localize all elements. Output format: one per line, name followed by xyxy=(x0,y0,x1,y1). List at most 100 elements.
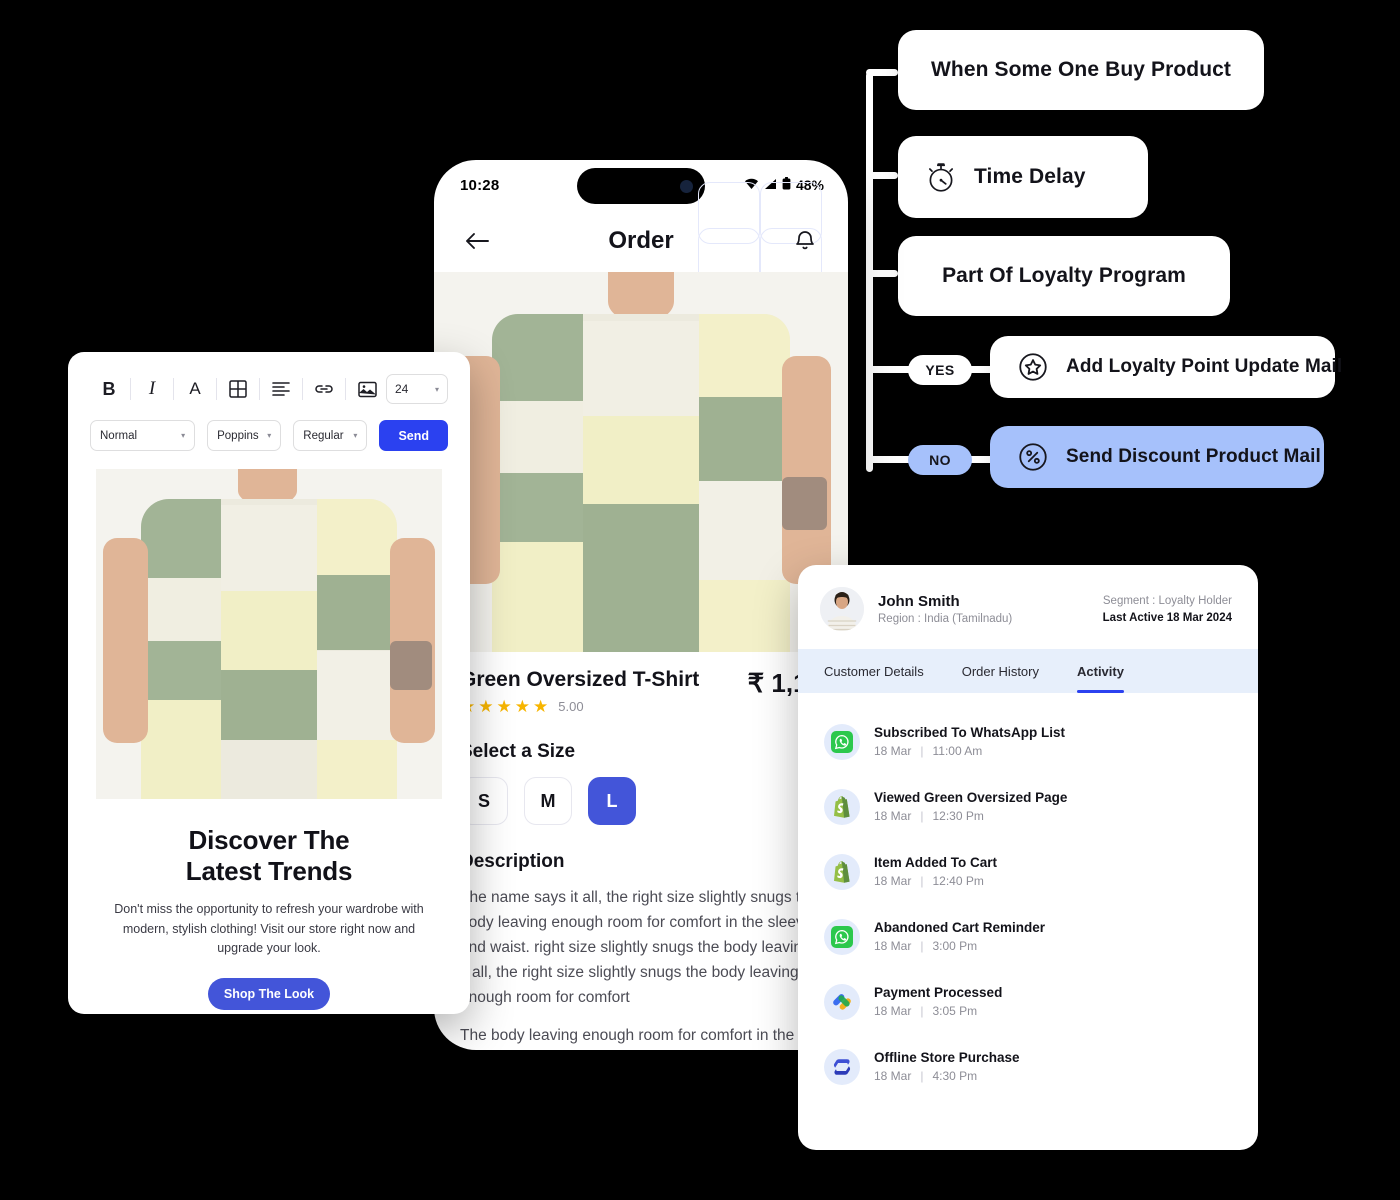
tshirt-artwork xyxy=(96,469,442,799)
size-option-l[interactable]: L xyxy=(588,777,636,825)
avatar xyxy=(820,587,864,631)
customer-meta: Segment : Loyalty Holder Last Active 18 … xyxy=(1103,595,1232,624)
dynamic-island xyxy=(577,168,705,204)
store-icon xyxy=(824,1048,860,1085)
activity-date: 18 Mar xyxy=(874,939,912,953)
star-icon: ★ xyxy=(533,697,549,716)
size-selector: S M L xyxy=(460,777,822,825)
font-weight-select[interactable]: Regular ▾ xyxy=(293,420,368,451)
customer-segment: Segment : Loyalty Holder xyxy=(1102,594,1232,607)
list-item[interactable]: Abandoned Cart Reminder 18 Mar | 3:00 Pm xyxy=(824,904,1232,969)
description-paragraph-1: The name says it all, the right size sli… xyxy=(460,889,821,1007)
status-indicators: 48% xyxy=(744,177,824,193)
activity-time: 3:05 Pm xyxy=(932,1004,978,1018)
activity-date: 18 Mar xyxy=(874,874,912,888)
phone-status-bar: 10:28 48% xyxy=(434,160,848,210)
flow-node-label: Part Of Loyalty Program xyxy=(942,264,1186,287)
list-item[interactable]: Viewed Green Oversized Page 18 Mar | 12:… xyxy=(824,774,1232,839)
editor-toolbar-row-2: Normal ▾ Poppins ▾ Regular ▾ Send xyxy=(68,406,470,469)
link-icon[interactable] xyxy=(305,372,343,406)
activity-meta: 18 Mar | 4:30 Pm xyxy=(874,1069,978,1083)
bell-icon[interactable] xyxy=(788,224,822,258)
shopify-icon xyxy=(824,788,860,825)
toolbar-divider xyxy=(345,378,346,400)
text-style-select[interactable]: Normal ▾ xyxy=(90,420,196,451)
tab-activity[interactable]: Activity xyxy=(1077,664,1124,693)
front-camera-icon xyxy=(680,179,693,193)
send-button[interactable]: Send xyxy=(379,420,448,451)
customer-panel: John Smith Region : India (Tamilnadu) Se… xyxy=(798,565,1258,1150)
flow-node-label: Time Delay xyxy=(974,165,1086,188)
editor-toolbar-row-1: B I A 24 ▾ xyxy=(68,352,470,406)
email-heading-line-1: Discover The xyxy=(188,825,350,855)
list-item[interactable]: Subscribed To WhatsApp List 18 Mar | 11:… xyxy=(824,709,1232,774)
flow-node-add-loyalty-point-mail[interactable]: Add Loyalty Point Update Mail xyxy=(990,336,1342,398)
product-details: Green Oversized T-Shirt ★ ★ ★ ★ ★ 5.00 ₹… xyxy=(434,652,848,1050)
chevron-down-icon: ▾ xyxy=(267,431,272,440)
activity-time: 12:30 Pm xyxy=(932,809,984,823)
activity-title: Abandoned Cart Reminder xyxy=(874,920,1046,935)
size-option-m[interactable]: M xyxy=(524,777,572,825)
rating-value: 5.00 xyxy=(558,699,584,714)
flow-node-condition[interactable]: Part Of Loyalty Program xyxy=(898,236,1230,316)
cellular-icon xyxy=(764,177,777,193)
list-item[interactable]: Payment Processed 18 Mar | 3:05 Pm xyxy=(824,969,1232,1034)
shop-the-look-button[interactable]: Shop The Look xyxy=(208,978,330,1011)
bold-button[interactable]: B xyxy=(90,372,128,406)
branch-pill-no: NO xyxy=(908,445,972,475)
star-icon: ★ xyxy=(478,697,494,716)
arrow-left-icon[interactable] xyxy=(460,224,494,258)
email-content: Discover The Latest Trends Don't miss th… xyxy=(68,799,470,1011)
tshirt-artwork xyxy=(434,272,848,652)
activity-title: Offline Store Purchase xyxy=(874,1050,1020,1065)
italic-button[interactable]: I xyxy=(133,372,171,406)
email-heading-line-2: Latest Trends xyxy=(185,855,353,886)
flow-node-send-discount-mail[interactable]: Send Discount Product Mail xyxy=(990,426,1324,488)
flow-node-label: Add Loyalty Point Update Mail xyxy=(1066,356,1343,377)
font-size-select[interactable]: 24 ▾ xyxy=(386,374,448,404)
activity-list: Subscribed To WhatsApp List 18 Mar | 11:… xyxy=(798,693,1258,1099)
font-color-button[interactable]: A xyxy=(176,372,214,406)
table-icon[interactable] xyxy=(219,372,257,406)
font-family-value: Poppins xyxy=(217,429,259,442)
star-icon: ★ xyxy=(514,697,530,716)
flow-branch-trigger xyxy=(866,69,898,76)
list-item[interactable]: Item Added To Cart 18 Mar | 12:40 Pm xyxy=(824,839,1232,904)
activity-title: Subscribed To WhatsApp List xyxy=(874,725,1066,740)
battery-icon xyxy=(782,177,791,193)
phone-app-header: Order xyxy=(434,182,848,290)
branch-pill-label: YES xyxy=(925,362,955,378)
branch-pill-label: NO xyxy=(929,452,951,468)
activity-time: 3:00 Pm xyxy=(932,939,978,953)
tab-customer-details[interactable]: Customer Details xyxy=(824,664,924,693)
flow-node-time-delay[interactable]: Time Delay xyxy=(898,136,1148,218)
toolbar-divider xyxy=(173,378,174,400)
activity-date: 18 Mar xyxy=(874,1004,912,1018)
customer-region: Region : India (Tamilnadu) xyxy=(878,613,1013,625)
product-photo xyxy=(434,272,848,652)
activity-date: 18 Mar xyxy=(874,1069,912,1083)
font-family-select[interactable]: Poppins ▾ xyxy=(207,420,282,451)
flow-branch-condition xyxy=(866,270,898,277)
customer-header: John Smith Region : India (Tamilnadu) Se… xyxy=(798,565,1258,649)
email-hero-image xyxy=(96,469,442,799)
chevron-down-icon: ▾ xyxy=(434,384,439,394)
image-icon[interactable] xyxy=(348,372,386,406)
list-item[interactable]: Offline Store Purchase 18 Mar | 4:30 Pm xyxy=(824,1034,1232,1099)
automation-flowchart: When Some One Buy Product Time Delay Par… xyxy=(866,12,1342,512)
tab-order-history[interactable]: Order History xyxy=(962,664,1039,693)
screenshot-stage: When Some One Buy Product Time Delay Par… xyxy=(0,0,1400,1200)
rating: ★ ★ ★ ★ ★ 5.00 xyxy=(460,698,699,715)
whatsapp-icon xyxy=(824,723,860,760)
whatsapp-icon xyxy=(824,918,860,955)
activity-date: 18 Mar xyxy=(874,744,912,758)
customer-last-active: Last Active 18 Mar 2024 xyxy=(1102,611,1232,624)
customer-tabs: Customer Details Order History Activity xyxy=(798,649,1258,693)
activity-meta: 18 Mar | 3:00 Pm xyxy=(874,939,978,953)
align-left-icon[interactable] xyxy=(262,372,300,406)
email-heading: Discover The Latest Trends xyxy=(102,825,436,886)
percent-circle-icon xyxy=(1016,440,1050,474)
customer-identity: John Smith Region : India (Tamilnadu) xyxy=(878,593,1012,625)
email-editor-card: B I A 24 ▾ Normal ▾ Poppins ▾ Regular ▾ … xyxy=(68,352,470,1014)
flow-node-trigger[interactable]: When Some One Buy Product xyxy=(898,30,1264,110)
